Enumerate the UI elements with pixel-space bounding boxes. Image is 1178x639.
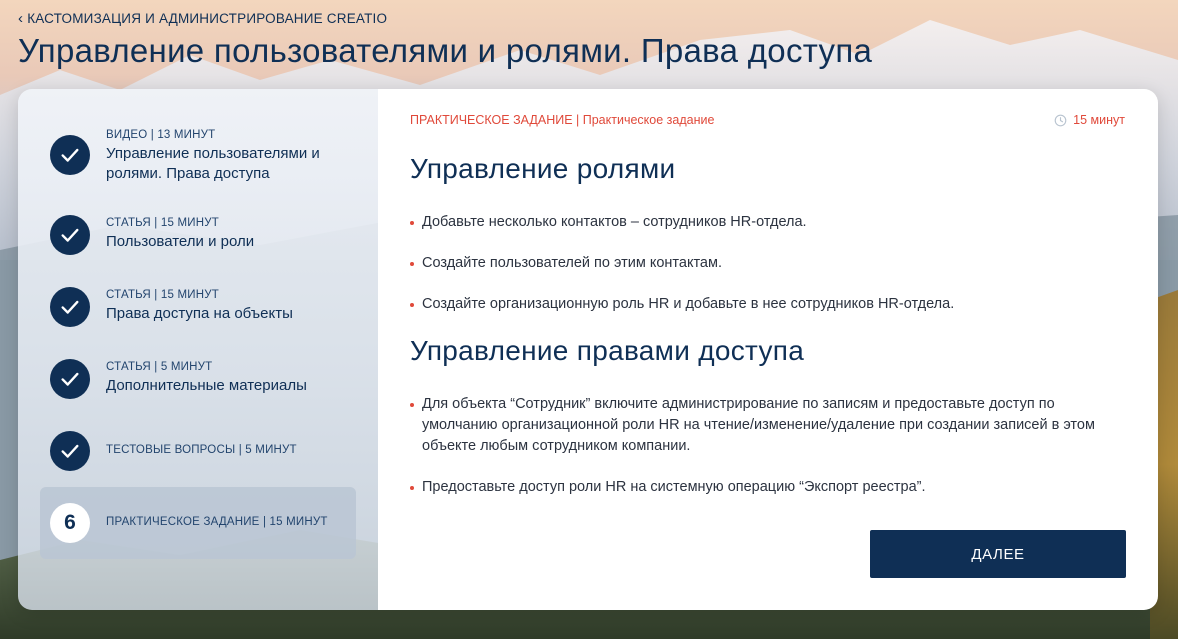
completed-badge: [50, 431, 90, 471]
list-item: Создайте организационную роль HR и добав…: [410, 294, 1130, 315]
next-button[interactable]: ДАЛЕЕ: [870, 530, 1126, 578]
step-kind: СТАТЬЯ | 5 МИНУТ: [106, 361, 213, 373]
completed-badge: [50, 135, 90, 175]
check-icon: [61, 148, 79, 162]
check-icon: [61, 228, 79, 242]
step-title: Права доступа на объекты: [106, 305, 293, 322]
task-content: ПРАКТИЧЕСКОЕ ЗАДАНИЕ | Практическое зада…: [378, 89, 1158, 610]
check-icon: [61, 300, 79, 314]
list-item: Для объекта “Сотрудник” включите админис…: [410, 394, 1122, 457]
completed-badge: [50, 215, 90, 255]
section-title-access: Управление правами доступа: [410, 335, 805, 366]
step-title: Управление пользователями и ролями. Прав…: [106, 145, 320, 182]
list-item: Добавьте несколько контактов – сотрудник…: [410, 212, 1130, 233]
step-kind: ПРАКТИЧЕСКОЕ ЗАДАНИЕ | 15 МИНУТ: [106, 516, 328, 528]
roles-task-list: Добавьте несколько контактов – сотрудник…: [410, 212, 1130, 315]
step-item-5[interactable]: ТЕСТОВЫЕ ВОПРОСЫ | 5 МИНУТ: [40, 431, 356, 471]
check-icon: [61, 444, 79, 458]
access-task-list: Для объекта “Сотрудник” включите админис…: [410, 394, 1122, 498]
check-icon: [61, 372, 79, 386]
duration-label: 15 минут: [1073, 113, 1125, 127]
step-kind: СТАТЬЯ | 15 МИНУТ: [106, 217, 219, 229]
step-number-badge: 6: [50, 503, 90, 543]
step-kind: ТЕСТОВЫЕ ВОПРОСЫ | 5 МИНУТ: [106, 444, 297, 456]
completed-badge: [50, 359, 90, 399]
step-item-4[interactable]: СТАТЬЯ | 5 МИНУТ Дополнительные материал…: [40, 357, 356, 401]
list-item: Предоставьте доступ роли HR на системную…: [410, 477, 1122, 498]
clock-icon: [1054, 114, 1067, 126]
list-item: Создайте пользователей по этим контактам…: [410, 253, 1130, 274]
step-title: Дополнительные материалы: [106, 377, 307, 394]
completed-badge: [50, 287, 90, 327]
chevron-left-icon: ‹: [18, 10, 24, 27]
step-kind: ВИДЕО | 13 МИНУТ: [106, 129, 216, 141]
steps-sidebar: ВИДЕО | 13 МИНУТ Управление пользователя…: [18, 89, 378, 610]
task-breadcrumb: ПРАКТИЧЕСКОЕ ЗАДАНИЕ | Практическое зада…: [410, 113, 715, 127]
step-item-2[interactable]: СТАТЬЯ | 15 МИНУТ Пользователи и роли: [40, 213, 356, 257]
step-item-1[interactable]: ВИДЕО | 13 МИНУТ Управление пользователя…: [40, 125, 356, 185]
back-link[interactable]: ‹ КАСТОМИЗАЦИЯ И АДМИНИСТРИРОВАНИЕ CREAT…: [18, 11, 387, 26]
course-card: ВИДЕО | 13 МИНУТ Управление пользователя…: [18, 89, 1158, 610]
page-title: Управление пользователями и ролями. Прав…: [18, 32, 873, 69]
back-link-label: КАСТОМИЗАЦИЯ И АДМИНИСТРИРОВАНИЕ CREATIO: [27, 11, 388, 26]
step-item-6-active[interactable]: 6 ПРАКТИЧЕСКОЕ ЗАДАНИЕ | 15 МИНУТ: [40, 487, 356, 559]
task-duration: 15 минут: [1054, 113, 1125, 127]
step-item-3[interactable]: СТАТЬЯ | 15 МИНУТ Права доступа на объек…: [40, 285, 356, 329]
section-title-roles: Управление ролями: [410, 153, 676, 184]
step-kind: СТАТЬЯ | 15 МИНУТ: [106, 289, 219, 301]
step-title: Пользователи и роли: [106, 233, 255, 250]
